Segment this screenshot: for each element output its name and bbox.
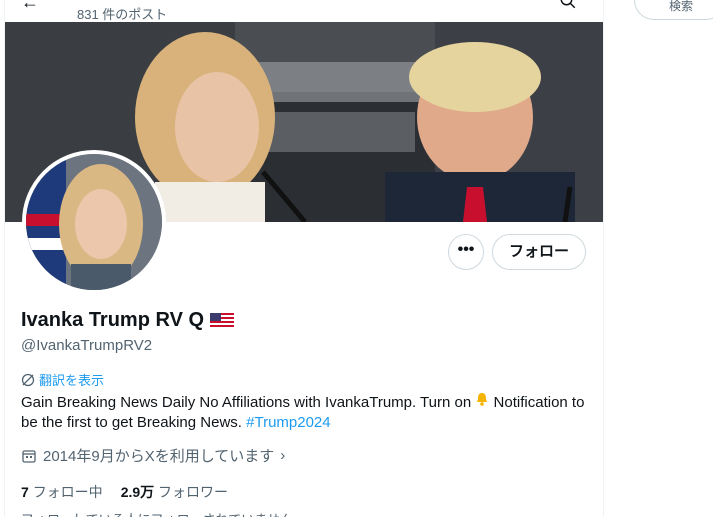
more-options-button[interactable]: •••: [448, 234, 484, 270]
profile-handle: @IvankaTrumpRV2: [21, 337, 153, 354]
calendar-icon: [22, 449, 36, 463]
joined-label: 2014年9月からXを利用しています: [43, 448, 275, 465]
search-icon[interactable]: [559, 0, 577, 10]
follow-stats: 7 フォロー中 2.9万 フォロワー: [21, 482, 228, 502]
post-count: 831 件のポスト: [77, 7, 168, 22]
hashtag-link[interactable]: #Trump2024: [246, 414, 331, 431]
followers-count: 2.9万: [120, 484, 155, 500]
bell-icon: [475, 392, 489, 413]
display-name-text: Ivanka Trump RV Q: [21, 309, 205, 331]
follow-button[interactable]: フォロー: [492, 234, 586, 270]
translate-link[interactable]: 翻訳を表示: [21, 370, 104, 389]
profile-bio: Gain Breaking News Daily No Affiliations…: [21, 392, 586, 433]
avatar-photo: [26, 154, 162, 290]
following-label: フォロー中: [32, 484, 103, 500]
following-stat[interactable]: 7 フォロー中: [21, 482, 103, 502]
following-count: 7: [21, 484, 29, 500]
display-name: Ivanka Trump RV Q: [21, 309, 235, 332]
joined-date[interactable]: 2014年9月からXを利用しています ›: [21, 445, 285, 466]
profile-column: ← 831 件のポスト ••• フォロー Ivanka Trump RV Q @…: [4, 0, 604, 517]
followed-by-note: フォローしている人にフォローされていません: [21, 509, 293, 517]
sidebar-search-placeholder: 検索: [669, 0, 694, 13]
bio-text-start: Gain Breaking News Daily No Affiliations…: [21, 394, 472, 411]
profile-avatar[interactable]: [22, 150, 166, 294]
chevron-right-icon: ›: [280, 447, 286, 464]
globe-slash-icon: [21, 373, 35, 386]
followers-stat[interactable]: 2.9万 フォロワー: [121, 482, 228, 502]
us-flag-icon: [210, 312, 235, 329]
translate-label: 翻訳を表示: [39, 373, 105, 388]
back-arrow-icon[interactable]: ←: [21, 0, 39, 13]
top-bar: ← 831 件のポスト: [5, 0, 603, 22]
followers-label: フォロワー: [158, 484, 229, 500]
sidebar-search-box[interactable]: 検索: [634, 0, 713, 20]
